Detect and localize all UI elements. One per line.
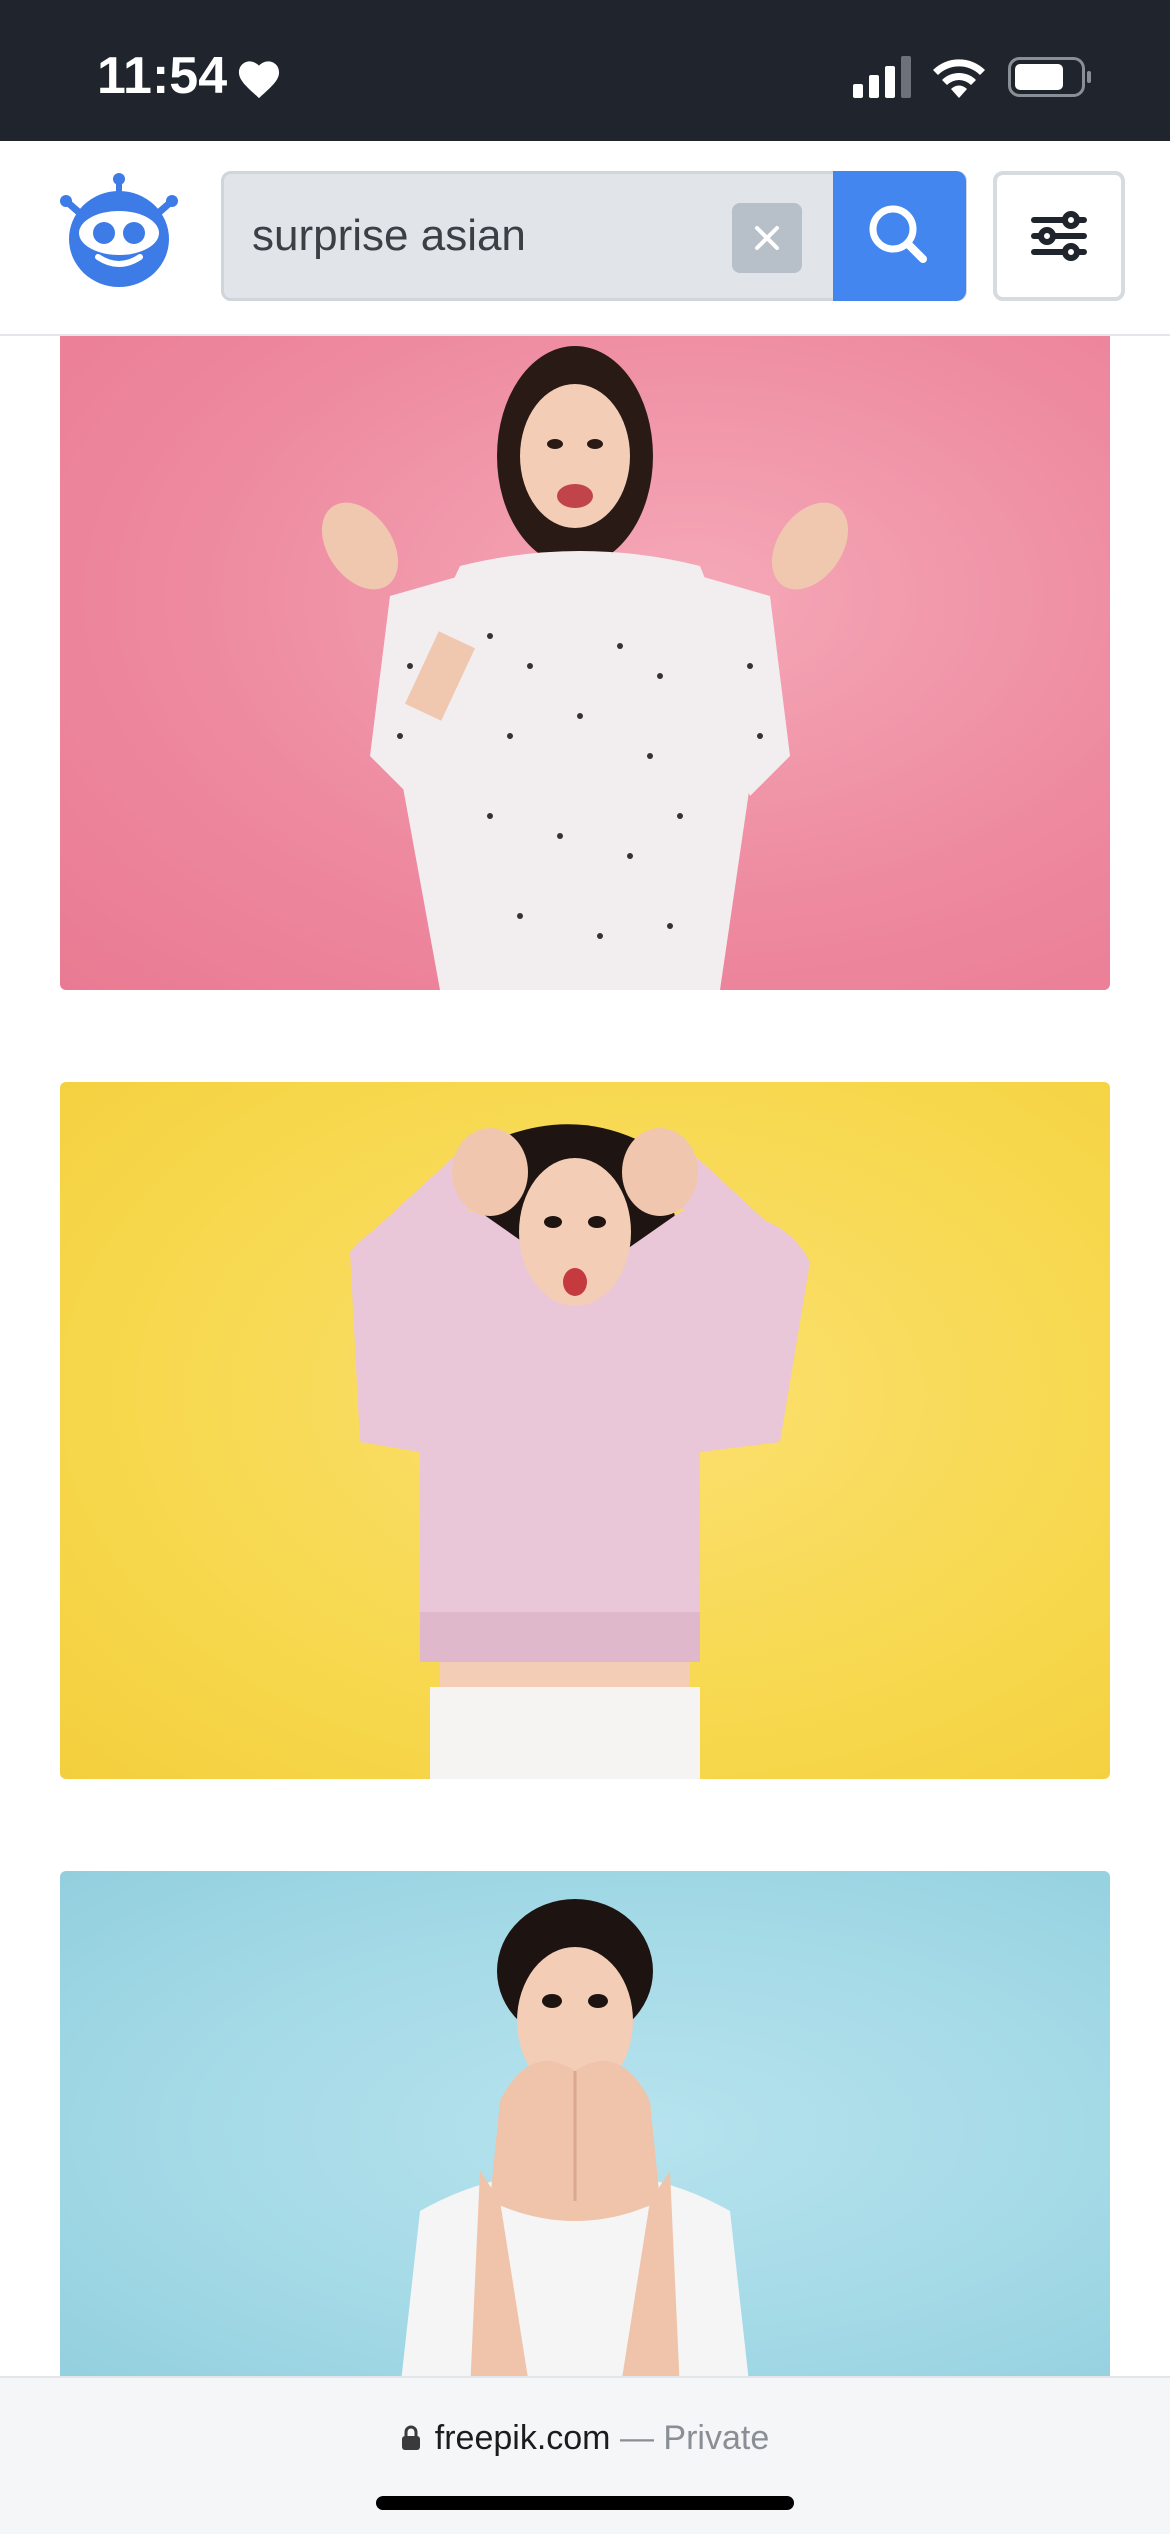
address-bar[interactable]: freepik.com — Private [0,2418,1170,2458]
photo-woman-pink-sweater [350,1124,810,1779]
search-header [0,141,1170,336]
result-image[interactable] [60,336,1110,990]
browser-bottom-bar: freepik.com — Private [0,2376,1170,2534]
search-submit-button[interactable] [833,171,966,301]
photo-woman-white-tshirt [400,1899,750,2391]
clear-search-button[interactable] [732,203,802,273]
battery-icon [1008,57,1091,97]
result-image[interactable] [60,1082,1110,1779]
status-bar: 11:54 [0,0,1170,141]
robot-logo-icon[interactable] [58,171,180,291]
url-separator: — [619,2419,654,2457]
photo-woman-polka-dot-dress [321,346,849,990]
cellular-signal-icon [853,56,911,98]
search-icon [869,205,927,263]
status-time: 11:54 [97,47,228,105]
wifi-icon [933,59,985,98]
url-domain: freepik.com [434,2419,611,2457]
result-image[interactable] [60,1871,1110,2391]
close-icon [755,226,779,250]
private-mode-label: Private [663,2419,770,2457]
lock-icon [401,2425,420,2450]
heart-icon [238,61,280,99]
home-indicator[interactable] [376,2496,794,2510]
search-input[interactable] [252,174,712,298]
sliders-icon [1031,211,1087,261]
filter-button[interactable] [993,171,1125,301]
